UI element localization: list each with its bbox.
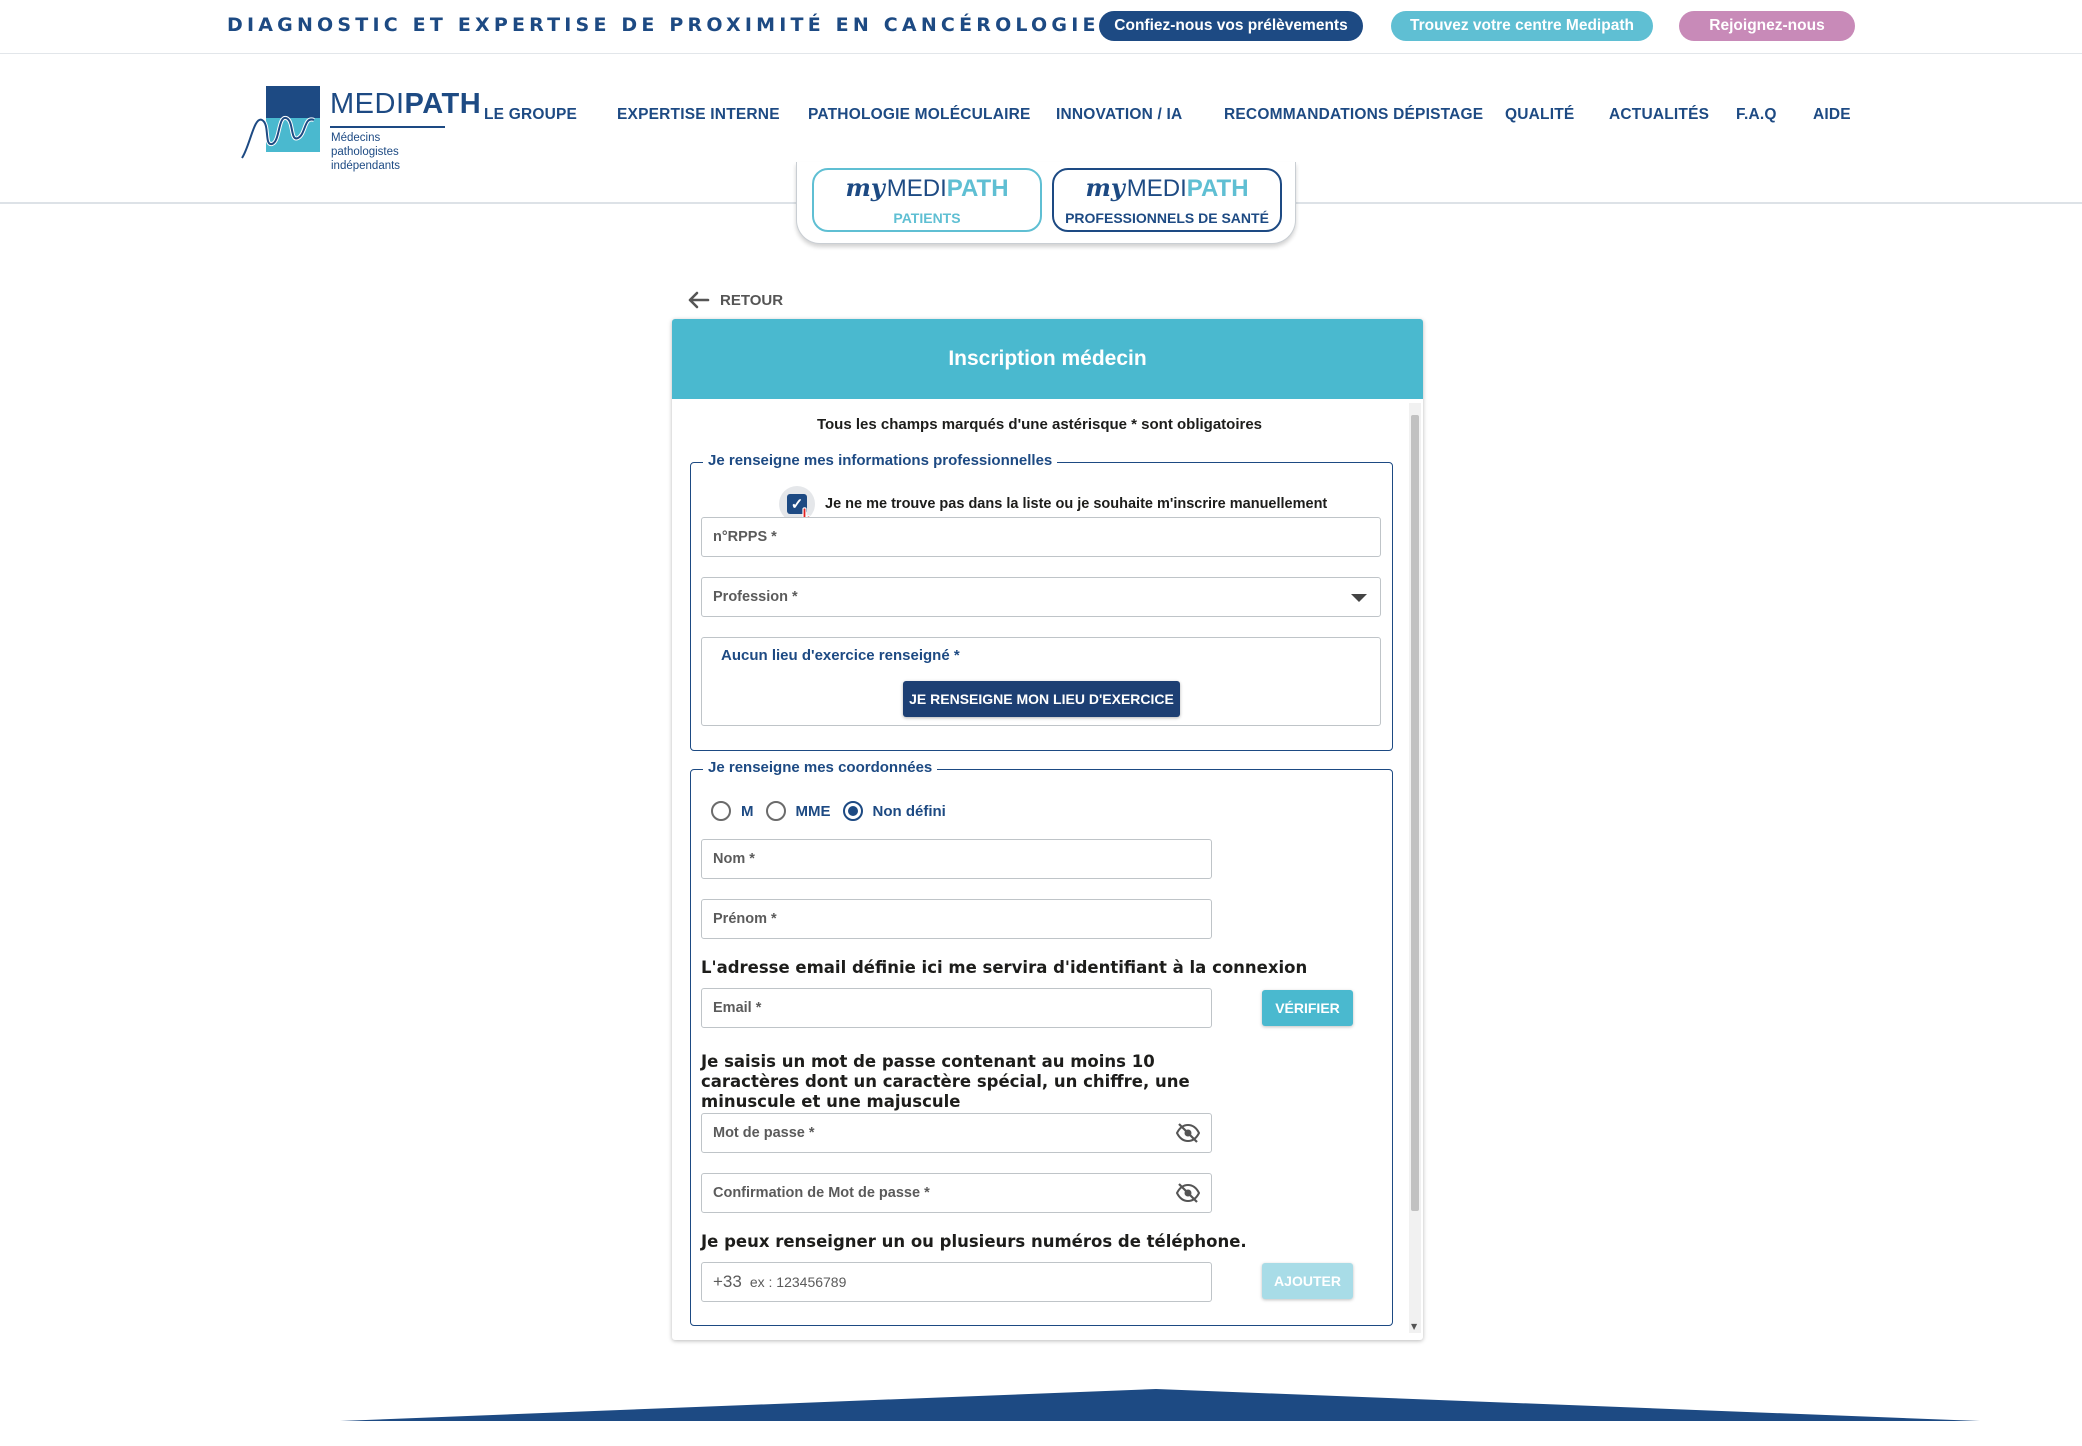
verify-email-button[interactable]: VÉRIFIER — [1262, 990, 1353, 1026]
civility-label-mme: MME — [795, 802, 831, 820]
password-confirm-placeholder: Confirmation de Mot de passe * — [713, 1185, 930, 1201]
tagline: DIAGNOSTIC ET EXPERTISE DE PROXIMITÉ EN … — [227, 14, 1100, 36]
professional-info-legend: Je renseigne mes informations profession… — [703, 452, 1058, 469]
civility-radio-group: M MME Non défini — [711, 801, 958, 821]
email-help-text: L'adresse email définie ici me servira d… — [701, 958, 1308, 977]
scrollbar[interactable]: ▼ — [1409, 403, 1421, 1333]
civility-radio-non-defini[interactable] — [842, 801, 863, 821]
nav-recommandations-depistage[interactable]: RECOMMANDATIONS DÉPISTAGE — [1224, 106, 1483, 124]
password-placeholder: Mot de passe * — [713, 1125, 815, 1141]
my-medipath-switch: myMEDIPATH PATIENTS myMEDIPATH PROFESSIO… — [796, 162, 1296, 244]
eye-off-icon[interactable] — [1176, 1183, 1200, 1203]
eye-off-icon[interactable] — [1176, 1123, 1200, 1143]
last-name-input[interactable]: Nom * — [701, 839, 1212, 879]
nav-expertise-interne[interactable]: EXPERTISE INTERNE — [617, 106, 780, 124]
phone-placeholder: ex : 123456789 — [749, 1274, 847, 1290]
profession-select[interactable]: Profession * — [701, 577, 1381, 617]
profession-placeholder: Profession * — [713, 589, 798, 605]
add-place-of-practice-button[interactable]: JE RENSEIGNE MON LIEU D'EXERCICE — [903, 681, 1180, 717]
nav-qualite[interactable]: QUALITÉ — [1505, 106, 1574, 124]
place-of-practice-label: Aucun lieu d'exercice renseigné * — [721, 647, 960, 664]
password-input[interactable]: Mot de passe * — [701, 1113, 1212, 1153]
add-phone-button[interactable]: AJOUTER — [1262, 1263, 1353, 1299]
civility-label-m: M — [741, 802, 754, 820]
first-name-input[interactable]: Prénom * — [701, 899, 1212, 939]
civility-label-non-defini: Non défini — [872, 802, 946, 820]
logo-subtitle: Médecins pathologistes indépendants — [331, 132, 401, 172]
card-title: Inscription médecin — [672, 319, 1423, 399]
back-label: RETOUR — [720, 291, 784, 309]
logo-wordmark: MEDIPATH — [330, 88, 482, 120]
phone-input[interactable]: +33 ex : 123456789 — [701, 1262, 1212, 1302]
civility-radio-m[interactable] — [711, 801, 731, 821]
manual-registration-label: Je ne me trouve pas dans la liste ou je … — [825, 496, 1328, 512]
chevron-down-icon — [1351, 594, 1367, 602]
logo-divider — [330, 126, 445, 128]
phone-prefix: +33 — [713, 1272, 742, 1291]
nav-faq[interactable]: F.A.Q — [1736, 106, 1777, 124]
my-medipath-brand: myMEDIPATH — [1085, 173, 1249, 202]
contact-info-legend: Je renseigne mes coordonnées — [703, 759, 938, 776]
nav-pathologie-moleculaire[interactable]: PATHOLOGIE MOLÉCULAIRE — [808, 106, 1031, 124]
nav-innovation-ia[interactable]: INNOVATION / IA — [1056, 106, 1182, 124]
professional-info-section: Je renseigne mes informations profession… — [690, 452, 1393, 751]
top-bar: DIAGNOSTIC ET EXPERTISE DE PROXIMITÉ EN … — [0, 0, 2082, 54]
place-of-practice-box: Aucun lieu d'exercice renseigné * JE REN… — [701, 637, 1381, 726]
scroll-down-icon[interactable]: ▼ — [1411, 1322, 1417, 1331]
find-center-button[interactable]: Trouvez votre centre Medipath — [1391, 11, 1653, 41]
nav-actualites[interactable]: ACTUALITÉS — [1609, 106, 1709, 124]
phone-help-text: Je peux renseigner un ou plusieurs numér… — [701, 1232, 1247, 1251]
nav-le-groupe[interactable]: LE GROUPE — [484, 106, 577, 124]
civility-radio-mme[interactable] — [765, 801, 786, 821]
back-button[interactable]: RETOUR — [686, 290, 783, 310]
scrollbar-thumb[interactable] — [1411, 415, 1419, 1211]
rpps-input[interactable]: n°RPPS * — [701, 517, 1381, 557]
tab-patients[interactable]: myMEDIPATH PATIENTS — [812, 168, 1042, 232]
contact-info-section: Je renseigne mes coordonnées M MME Non d… — [690, 759, 1393, 1326]
registration-card: Inscription médecin ▼ Tous les champs ma… — [672, 319, 1423, 1340]
my-medipath-brand: myMEDIPATH — [845, 173, 1009, 202]
footer-banner-shape — [0, 1389, 2082, 1446]
arrow-left-icon — [688, 291, 710, 309]
required-note: Tous les champs marqués d'une astérisque… — [816, 416, 1263, 433]
send-samples-button[interactable]: Confiez-nous vos prélèvements — [1099, 11, 1363, 41]
logo-mark-icon — [240, 86, 320, 160]
password-help-text: Je saisis un mot de passe contenant au m… — [701, 1052, 1190, 1111]
tab-patients-label: PATIENTS — [893, 210, 961, 226]
medipath-logo[interactable]: MEDIPATH Médecins pathologistes indépenda… — [240, 86, 481, 180]
tab-professionnels[interactable]: myMEDIPATH PROFESSIONNELS DE SANTÉ — [1052, 168, 1282, 232]
join-us-button[interactable]: Rejoignez-nous — [1679, 11, 1855, 41]
nav-aide[interactable]: AIDE — [1813, 106, 1851, 124]
email-input[interactable]: Email * — [701, 988, 1212, 1028]
password-confirm-input[interactable]: Confirmation de Mot de passe * — [701, 1173, 1212, 1213]
tab-professionnels-label: PROFESSIONNELS DE SANTÉ — [1065, 210, 1269, 226]
